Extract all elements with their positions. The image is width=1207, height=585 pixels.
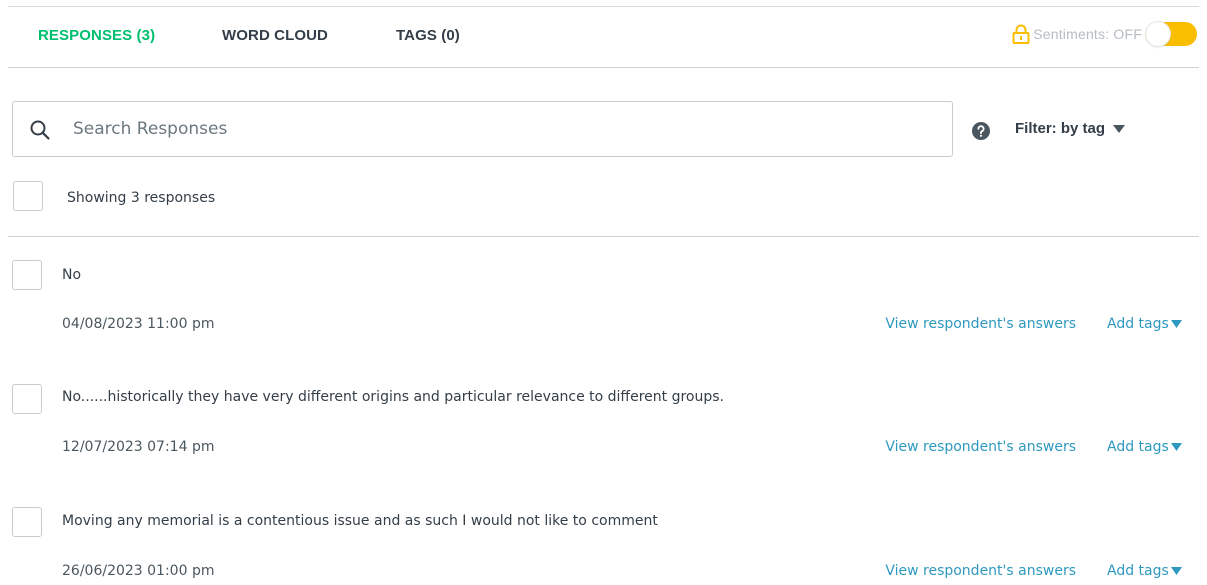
add-tags-label: Add tags xyxy=(1107,563,1169,579)
lock-icon xyxy=(1012,24,1030,44)
toggle-knob xyxy=(1146,22,1170,46)
view-respondent-answers-link[interactable]: View respondent's answers xyxy=(885,563,1076,579)
response-text: No......historically they have very diff… xyxy=(62,389,724,405)
tab-word-cloud[interactable]: WORD CLOUD xyxy=(222,27,328,44)
tab-responses[interactable]: RESPONSES (3) xyxy=(38,27,155,44)
sentiments-label: Sentiments: OFF xyxy=(1033,26,1142,42)
sentiments-toggle[interactable] xyxy=(1145,22,1197,46)
response-checkbox[interactable] xyxy=(12,384,42,414)
search-input[interactable] xyxy=(73,114,933,144)
response-text: Moving any memorial is a contentious iss… xyxy=(62,513,658,529)
view-respondent-answers-link[interactable]: View respondent's answers xyxy=(885,316,1076,332)
list-divider xyxy=(8,236,1199,237)
response-text: No xyxy=(62,267,82,283)
add-tags-label: Add tags xyxy=(1107,439,1169,455)
select-all-checkbox[interactable] xyxy=(13,181,43,211)
add-tags-button[interactable]: Add tags xyxy=(1107,563,1182,579)
add-tags-button[interactable]: Add tags xyxy=(1107,439,1182,455)
response-checkbox[interactable] xyxy=(12,260,42,290)
sentiments-control: Sentiments: OFF xyxy=(1012,22,1197,46)
view-respondent-answers-link[interactable]: View respondent's answers xyxy=(885,439,1076,455)
response-date: 12/07/2023 07:14 pm xyxy=(62,439,215,455)
filter-label: Filter: by tag xyxy=(1015,120,1106,137)
showing-count: Showing 3 responses xyxy=(67,190,216,206)
caret-down-icon xyxy=(1170,443,1182,451)
caret-down-icon xyxy=(1113,124,1126,133)
add-tags-label: Add tags xyxy=(1107,316,1169,332)
responses-page: RESPONSES (3) WORD CLOUD TAGS (0) Sentim… xyxy=(0,0,1207,585)
caret-down-icon xyxy=(1170,567,1182,575)
question-circle-icon[interactable] xyxy=(972,122,990,140)
response-date: 04/08/2023 11:00 pm xyxy=(62,316,215,332)
response-date: 26/06/2023 01:00 pm xyxy=(62,563,215,579)
filter-dropdown[interactable]: Filter: by tag xyxy=(1015,120,1126,137)
add-tags-button[interactable]: Add tags xyxy=(1107,316,1182,332)
tab-tags[interactable]: TAGS (0) xyxy=(396,27,460,44)
caret-down-icon xyxy=(1170,320,1182,328)
search-box xyxy=(12,101,953,157)
tab-bar: RESPONSES (3) WORD CLOUD TAGS (0) Sentim… xyxy=(8,7,1199,68)
response-checkbox[interactable] xyxy=(12,507,42,537)
search-icon xyxy=(30,120,50,140)
